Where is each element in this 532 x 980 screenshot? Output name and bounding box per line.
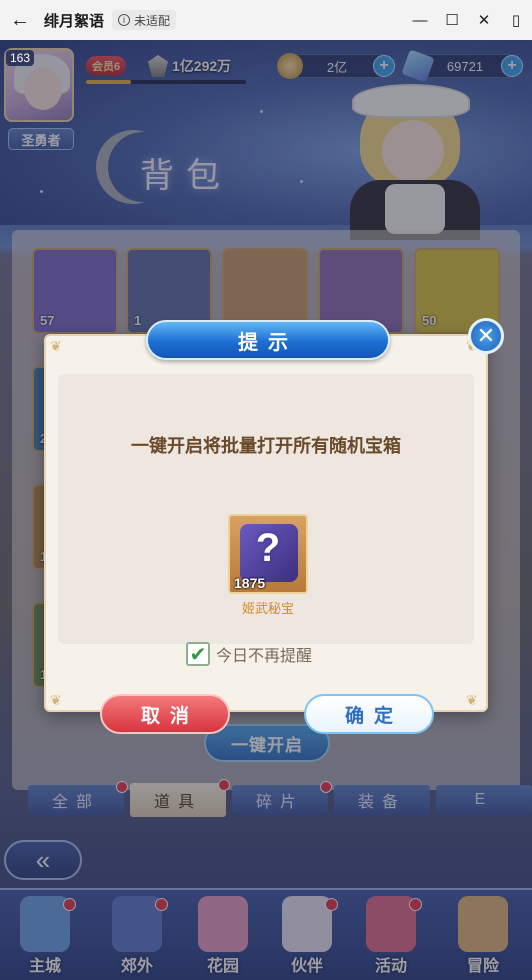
sidebar-icon[interactable]: ▯ <box>500 0 532 40</box>
question-mark-icon: ? <box>255 526 281 570</box>
reward-count: 1875 <box>234 575 266 591</box>
window-titlebar: ← 绯月絮语 i 未适配 — ☐ ✕ ▯ <box>0 0 532 40</box>
dialog-message: 一键开启将批量打开所有随机宝箱 <box>131 436 401 456</box>
corner-ornament-icon: ❦ <box>466 692 478 708</box>
window-title: 绯月絮语 <box>44 12 105 30</box>
dont-remind-label: 今日不再提醒 <box>216 648 313 665</box>
minimize-icon[interactable]: — <box>404 0 436 40</box>
checkmark-icon: ✔ <box>189 643 207 666</box>
reward-item[interactable]: ? 1875 <box>228 514 308 594</box>
confirm-button[interactable]: 确定 <box>304 694 434 734</box>
corner-ornament-icon: ❦ <box>50 338 62 354</box>
back-arrow-icon[interactable]: ← <box>0 0 40 40</box>
dont-remind-checkbox[interactable]: ✔ <box>186 642 210 666</box>
cancel-button[interactable]: 取消 <box>100 694 230 734</box>
game-viewport: 背包 163 圣勇者 会员6 1亿292万 2亿 + 69721 + 57 1 … <box>0 40 532 980</box>
maximize-icon[interactable]: ☐ <box>436 0 468 40</box>
dialog-title: 提示 <box>146 320 390 360</box>
player-level: 163 <box>6 50 35 66</box>
dont-remind-row[interactable]: ✔ 今日不再提醒 <box>186 642 312 666</box>
reward-name: 姬武秘宝 <box>241 601 294 616</box>
close-icon[interactable]: ✕ <box>468 0 500 40</box>
window-controls: — ☐ ✕ ▯ <box>404 0 532 40</box>
compat-badge[interactable]: i 未适配 <box>112 10 177 30</box>
compat-badge-label: 未适配 <box>134 13 171 28</box>
info-icon: i <box>118 14 131 26</box>
confirm-dialog: ❦ ❦ ❦ ❦ 提示 ✕ 一键开启将批量打开所有随机宝箱 ? 1875 姬武秘宝… <box>44 318 504 734</box>
dialog-close-icon[interactable]: ✕ <box>468 318 504 354</box>
corner-ornament-icon: ❦ <box>50 692 62 708</box>
